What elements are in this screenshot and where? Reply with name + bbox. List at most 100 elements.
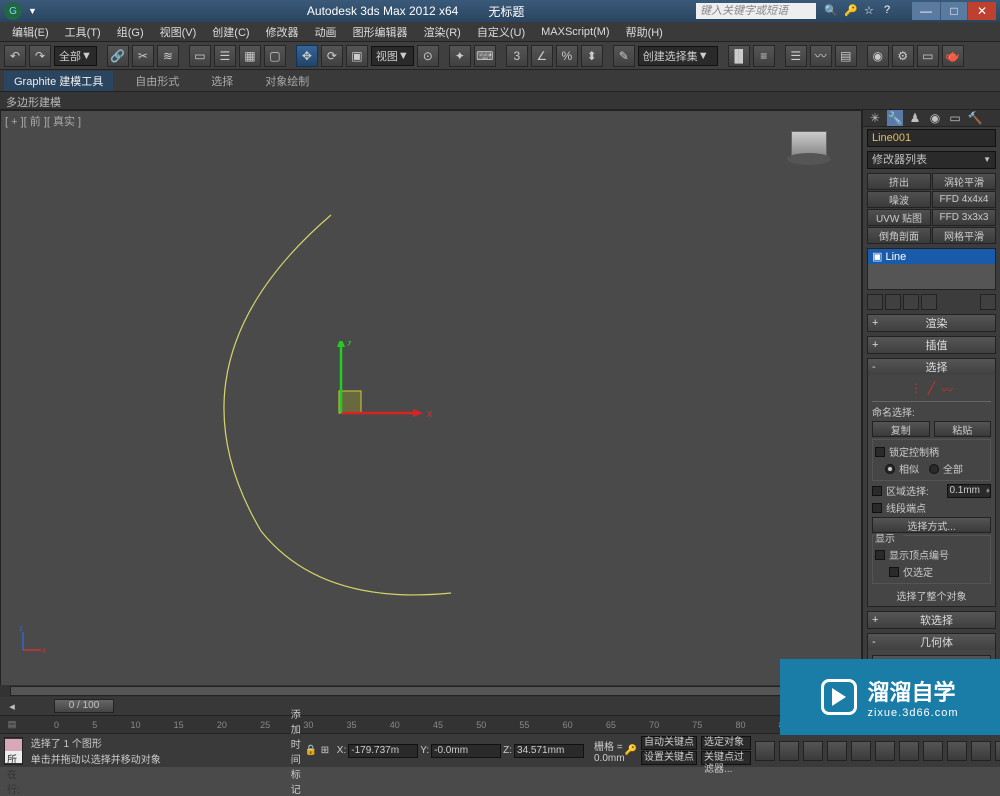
unique-icon[interactable] [903, 294, 919, 310]
viewcube[interactable] [787, 131, 831, 175]
bind-spacewarp-button[interactable]: ≋ [157, 45, 179, 67]
render-button[interactable]: 🫖 [942, 45, 964, 67]
modifier-list-dropdown[interactable]: 修改器列表 [867, 151, 996, 169]
paste-sel-button[interactable]: 粘贴 [934, 421, 992, 437]
menu-group[interactable]: 组(G) [109, 24, 152, 40]
area-sel-checkbox[interactable] [872, 486, 882, 496]
render-frame-button[interactable]: ▭ [917, 45, 939, 67]
menu-views[interactable]: 视图(V) [152, 24, 205, 40]
mod-uvw[interactable]: UVW 贴图 [867, 209, 931, 226]
schematic-view-button[interactable]: ▤ [835, 45, 857, 67]
vertex-subobj-icon[interactable]: ⋮ [910, 381, 922, 398]
redo-button[interactable]: ↷ [29, 45, 51, 67]
zoom-button[interactable] [899, 741, 919, 761]
configure-sets-icon[interactable] [980, 294, 996, 310]
time-slider-knob[interactable]: 0 / 100 [54, 699, 114, 713]
segment-subobj-icon[interactable]: ╱ [928, 381, 935, 398]
show-end-icon[interactable] [885, 294, 901, 310]
menu-maxscript[interactable]: MAXScript(M) [533, 26, 617, 38]
tab-graphite[interactable]: Graphite 建模工具 [4, 71, 113, 91]
mod-turbosmooth[interactable]: 涡轮平滑 [932, 173, 996, 190]
autokey-button[interactable]: 自动关键点 [641, 736, 697, 750]
mirror-button[interactable]: ▐▌ [728, 45, 750, 67]
mod-bevel[interactable]: 倒角剖面 [867, 227, 931, 244]
percent-snap-button[interactable]: % [556, 45, 578, 67]
mod-ffd3[interactable]: FFD 3x3x3 [932, 209, 996, 226]
y-input[interactable]: -0.0mm [431, 744, 501, 758]
keyboard-shortcut-button[interactable]: ⌨ [474, 45, 496, 67]
minimize-button[interactable]: — [912, 2, 940, 20]
time-config-button[interactable] [875, 741, 895, 761]
select-region-button[interactable]: ▦ [239, 45, 261, 67]
add-time-tag[interactable]: 添加时间标记 [291, 706, 301, 796]
menu-render[interactable]: 渲染(R) [416, 24, 469, 40]
spline-subobj-icon[interactable]: 〰 [941, 381, 953, 398]
subscription-icon[interactable]: 🔑 [844, 4, 858, 18]
track-bar[interactable]: ▤ 0 5 10 15 20 25 30 35 40 45 50 55 60 6… [0, 715, 862, 733]
mod-extrude[interactable]: 挤出 [867, 173, 931, 190]
z-input[interactable]: 34.571mm [514, 744, 584, 758]
undo-button[interactable]: ↶ [4, 45, 26, 67]
named-sel-dropdown[interactable]: 创建选择集 ▼ [638, 46, 718, 66]
play-button[interactable] [803, 741, 823, 761]
menu-edit[interactable]: 编辑(E) [4, 24, 57, 40]
key-filter-button[interactable]: 关键点过滤器... [701, 751, 751, 765]
display-tab-icon[interactable]: ▭ [947, 110, 963, 126]
app-menu-arrow-icon[interactable]: ▼ [28, 6, 37, 16]
spinner-snap-button[interactable]: ⬍ [581, 45, 603, 67]
select-name-button[interactable]: ☰ [214, 45, 236, 67]
object-name-field[interactable]: Line001 [867, 129, 996, 147]
menu-tools[interactable]: 工具(T) [57, 24, 109, 40]
rollout-selection-header[interactable]: -选择 [868, 359, 995, 375]
tab-paint[interactable]: 对象绘制 [255, 71, 319, 91]
lock-sel-icon[interactable]: 🔒 [305, 745, 319, 756]
create-tab-icon[interactable]: ✳ [867, 110, 883, 126]
viewport-label[interactable]: [ + ][ 前 ][ 真实 ] [5, 113, 81, 129]
pan-button[interactable] [995, 741, 1000, 761]
key-icon[interactable]: 🔑 [625, 745, 637, 756]
goto-start-button[interactable] [755, 741, 775, 761]
zoom-extents-button[interactable] [947, 741, 967, 761]
only-sel-checkbox[interactable] [889, 567, 899, 577]
rollout-render-header[interactable]: +渲染 [868, 315, 995, 331]
manipulate-button[interactable]: ✦ [449, 45, 471, 67]
goto-end-button[interactable] [851, 741, 871, 761]
curve-editor-button[interactable]: 〰 [810, 45, 832, 67]
help-search-input[interactable]: 键入关键字或短语 [696, 3, 816, 19]
mod-meshsmooth[interactable]: 网格平滑 [932, 227, 996, 244]
ref-coord-dropdown[interactable]: 视图 ▼ [371, 46, 414, 66]
use-center-button[interactable]: ⊙ [417, 45, 439, 67]
pin-stack-icon[interactable] [867, 294, 883, 310]
stack-item-line[interactable]: ▣ Line [868, 249, 995, 264]
modify-tab-icon[interactable]: 🔧 [887, 110, 903, 126]
layers-button[interactable]: ☰ [785, 45, 807, 67]
selection-filter-dropdown[interactable]: 全部 ▼ [54, 46, 97, 66]
search-icon[interactable]: 🔍 [824, 4, 838, 18]
fov-button[interactable] [971, 741, 991, 761]
menu-help[interactable]: 帮助(H) [618, 24, 671, 40]
select-move-button[interactable]: ✥ [296, 45, 318, 67]
edit-named-sel-button[interactable]: ✎ [613, 45, 635, 67]
mod-ffd4[interactable]: FFD 4x4x4 [932, 191, 996, 208]
time-slider[interactable]: ◂ 0 / 100 [0, 697, 862, 715]
copy-sel-button[interactable]: 复制 [872, 421, 930, 437]
exchange-icon[interactable]: ☆ [864, 4, 878, 18]
select-scale-button[interactable]: ▣ [346, 45, 368, 67]
align-button[interactable]: ≡ [753, 45, 775, 67]
menu-modifiers[interactable]: 修改器 [258, 24, 307, 40]
timeslider-prev-icon[interactable]: ◂ [0, 700, 24, 713]
snap-toggle-button[interactable]: 3 [506, 45, 528, 67]
modifier-stack[interactable]: ▣ Line [867, 248, 996, 290]
seg-end-checkbox[interactable] [872, 503, 882, 513]
abs-rel-icon[interactable]: ⊞ [321, 745, 335, 756]
trackbar-toggle-icon[interactable]: ▤ [0, 719, 24, 730]
select-object-button[interactable]: ▭ [189, 45, 211, 67]
prev-frame-button[interactable] [779, 741, 799, 761]
select-rotate-button[interactable]: ⟳ [321, 45, 343, 67]
ribbon-sub[interactable]: 多边形建模 [0, 92, 1000, 110]
viewport-front[interactable]: [ + ][ 前 ][ 真实 ] x y z x [0, 110, 862, 697]
menu-create[interactable]: 创建(C) [204, 24, 257, 40]
motion-tab-icon[interactable]: ◉ [927, 110, 943, 126]
setkey-button[interactable]: 设置关键点 [641, 751, 697, 765]
mod-noise[interactable]: 噪波 [867, 191, 931, 208]
